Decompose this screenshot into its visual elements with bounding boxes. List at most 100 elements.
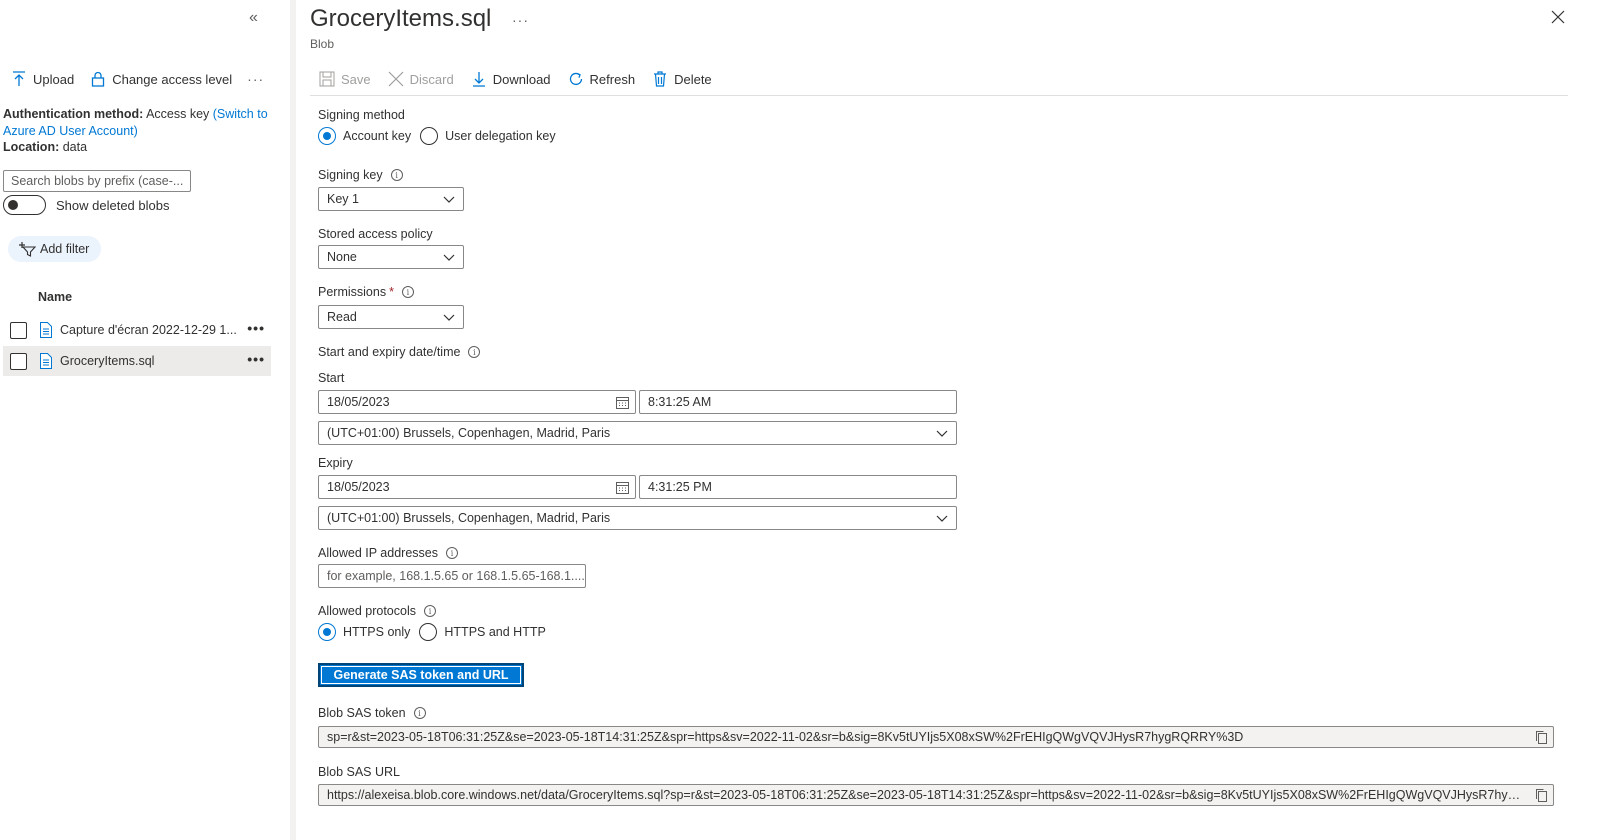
title-more-button[interactable]: ··· <box>512 12 529 28</box>
start-time-value: 8:31:25 AM <box>648 395 712 409</box>
blob-toolbar: Save Discard Download Refresh Delete <box>318 68 728 90</box>
account-key-radio[interactable]: Account key <box>318 127 411 145</box>
calendar-icon[interactable] <box>616 396 629 412</box>
discard-icon <box>387 70 405 88</box>
expiry-timezone-value: (UTC+01:00) Brussels, Copenhagen, Madrid… <box>327 511 611 525</box>
https-only-label: HTTPS only <box>343 625 411 639</box>
calendar-icon[interactable] <box>616 481 629 497</box>
signing-key-dropdown[interactable]: Key 1 <box>318 187 464 211</box>
page-title: GroceryItems.sql <box>310 5 492 32</box>
radio-unselected-icon <box>419 623 438 641</box>
sas-token-field[interactable]: sp=r&st=2023-05-18T06:31:25Z&se=2023-05-… <box>318 726 1554 748</box>
change-access-level-button[interactable]: Change access level <box>89 68 232 90</box>
filter-add-icon <box>18 241 36 257</box>
location-label: Location: <box>3 140 60 154</box>
show-deleted-label: Show deleted blobs <box>56 197 170 213</box>
expiry-label: Expiry <box>318 456 353 470</box>
signing-key-label: Signing key <box>318 168 383 182</box>
start-expiry-label-row: Start and expiry date/time i <box>318 345 481 359</box>
expiry-date-value: 18/05/2023 <box>327 480 390 494</box>
allowed-protocols-label-row: Allowed protocols i <box>318 604 436 618</box>
expiry-time-value: 4:31:25 PM <box>648 480 712 494</box>
refresh-button[interactable]: Refresh <box>567 68 635 90</box>
start-expiry-label: Start and expiry date/time <box>318 345 461 359</box>
row-more-button[interactable]: ••• <box>247 351 265 367</box>
signing-key-value: Key 1 <box>327 192 359 206</box>
delete-button[interactable]: Delete <box>651 68 712 90</box>
start-timezone-dropdown[interactable]: (UTC+01:00) Brussels, Copenhagen, Madrid… <box>318 421 957 445</box>
show-deleted-toggle[interactable] <box>3 195 46 215</box>
table-row[interactable]: Capture d'écran 2022-12-29 1... ••• <box>3 315 271 345</box>
row-checkbox[interactable] <box>10 352 27 370</box>
toolbar-divider <box>310 95 1568 96</box>
pane-divider <box>290 0 296 840</box>
sas-token-value: sp=r&st=2023-05-18T06:31:25Z&se=2023-05-… <box>327 730 1244 744</box>
account-key-label: Account key <box>343 129 412 143</box>
save-label: Save <box>341 71 371 87</box>
chevron-down-icon <box>443 251 455 266</box>
more-actions-button[interactable]: ··· <box>247 71 264 87</box>
copy-icon[interactable] <box>1535 788 1548 805</box>
user-delegation-key-radio[interactable]: User delegation key <box>420 127 556 145</box>
collapse-icon[interactable]: « <box>249 9 258 27</box>
sas-url-label: Blob SAS URL <box>318 765 400 779</box>
signing-method-label: Signing method <box>318 108 405 122</box>
start-date-input[interactable]: 18/05/2023 <box>318 390 636 414</box>
save-button[interactable]: Save <box>318 68 371 90</box>
stored-policy-label: Stored access policy <box>318 227 433 241</box>
https-only-radio[interactable]: HTTPS only <box>318 623 410 641</box>
save-icon <box>318 70 336 88</box>
discard-label: Discard <box>409 71 454 87</box>
info-icon[interactable]: i <box>390 169 403 181</box>
close-icon[interactable] <box>1551 10 1565 29</box>
row-checkbox[interactable] <box>10 321 27 339</box>
download-icon <box>470 70 488 88</box>
stored-policy-dropdown[interactable]: None <box>318 245 464 269</box>
info-icon[interactable]: i <box>413 707 426 719</box>
lock-icon <box>89 70 107 88</box>
expiry-date-input[interactable]: 18/05/2023 <box>318 475 636 499</box>
start-time-input[interactable]: 8:31:25 AM <box>639 390 957 414</box>
permissions-dropdown[interactable]: Read <box>318 305 464 329</box>
radio-selected-icon <box>318 623 336 641</box>
name-column-header[interactable]: Name <box>38 290 72 304</box>
expiry-timezone-dropdown[interactable]: (UTC+01:00) Brussels, Copenhagen, Madrid… <box>318 506 957 530</box>
upload-icon <box>10 70 28 88</box>
search-blobs-input[interactable]: Search blobs by prefix (case-... <box>3 170 191 192</box>
allowed-ip-label-row: Allowed IP addresses i <box>318 546 458 560</box>
discard-button[interactable]: Discard <box>387 68 454 90</box>
chevron-down-icon <box>936 427 948 442</box>
sas-token-label-row: Blob SAS token i <box>318 706 426 720</box>
chevron-down-icon <box>443 193 455 208</box>
blob-list-pane: « Upload Change access level ··· Authent… <box>0 0 290 840</box>
page-subtitle: Blob <box>310 37 335 51</box>
copy-icon[interactable] <box>1535 730 1548 747</box>
https-and-http-radio[interactable]: HTTPS and HTTP <box>419 623 546 641</box>
expiry-time-input[interactable]: 4:31:25 PM <box>639 475 957 499</box>
protocols-radio-group: HTTPS only HTTPS and HTTP <box>318 623 555 641</box>
info-icon[interactable]: i <box>401 286 414 298</box>
upload-button[interactable]: Upload <box>10 68 74 90</box>
download-button[interactable]: Download <box>470 68 551 90</box>
permissions-value: Read <box>327 310 357 324</box>
row-more-button[interactable]: ••• <box>247 320 265 336</box>
start-label: Start <box>318 371 345 385</box>
add-filter-button[interactable]: Add filter <box>8 236 102 262</box>
sas-token-label: Blob SAS token <box>318 706 406 720</box>
info-icon[interactable]: i <box>445 547 458 559</box>
radio-unselected-icon <box>420 127 439 145</box>
trash-icon <box>651 70 669 88</box>
delete-label: Delete <box>674 71 712 87</box>
upload-label: Upload <box>33 71 75 87</box>
generate-sas-button[interactable]: Generate SAS token and URL <box>318 663 524 687</box>
sas-url-field[interactable]: https://alexeisa.blob.core.windows.net/d… <box>318 784 1554 806</box>
file-name[interactable]: Capture d'écran 2022-12-29 1... <box>60 323 240 337</box>
allowed-ip-input[interactable]: for example, 168.1.5.65 or 168.1.5.65-16… <box>318 564 586 588</box>
start-date-value: 18/05/2023 <box>327 395 390 409</box>
info-icon[interactable]: i <box>423 605 436 617</box>
chevron-down-icon <box>936 512 948 527</box>
file-name[interactable]: GroceryItems.sql <box>60 354 240 368</box>
info-icon[interactable]: i <box>468 346 481 358</box>
auth-method-label: Authentication method: <box>3 107 144 121</box>
table-row[interactable]: GroceryItems.sql ••• <box>3 346 271 376</box>
